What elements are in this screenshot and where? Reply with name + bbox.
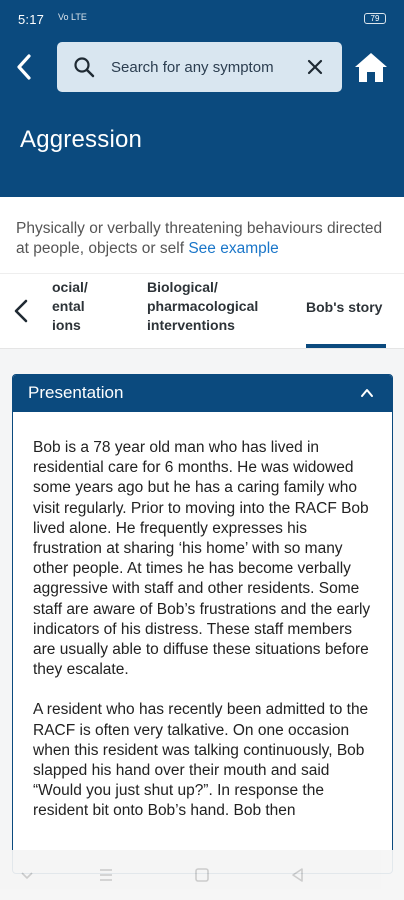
square-icon[interactable] (193, 866, 211, 884)
app-header: Search for any symptom Aggression (0, 40, 404, 197)
close-icon[interactable] (304, 56, 326, 78)
status-bar: 5:17 Vo LTE 79 (0, 0, 404, 40)
see-example-link[interactable]: See example (188, 240, 278, 257)
active-tab-indicator (306, 344, 386, 348)
battery-icon: 79 (364, 13, 386, 24)
story-paragraph: A resident who has recently been admitte… (33, 701, 369, 820)
search-bar[interactable]: Search for any symptom (57, 42, 342, 92)
search-input[interactable]: Search for any symptom (111, 59, 274, 76)
page-title: Aggression (20, 126, 143, 153)
back-button[interactable] (10, 50, 38, 84)
story-paragraph: Bob is a 78 year old man who has lived i… (33, 439, 371, 679)
status-time: 5:17 (18, 12, 45, 27)
chevron-left-icon (17, 54, 31, 80)
chevron-down-icon[interactable] (18, 866, 36, 884)
search-icon (74, 57, 95, 78)
presentation-card: Presentation Bob is a 78 year old man wh… (12, 374, 393, 874)
presentation-header[interactable]: Presentation (13, 375, 392, 412)
content-area[interactable]: Presentation Bob is a 78 year old man wh… (0, 349, 404, 874)
chevron-left-icon[interactable] (8, 296, 34, 326)
system-nav-bar (0, 850, 404, 900)
tab-bobs-story[interactable]: Bob's story (306, 298, 402, 317)
section-body: Bob is a 78 year old man who has lived i… (13, 412, 392, 842)
tab-biological[interactable]: Biological/ pharmacological intervention… (147, 278, 287, 335)
tab-label: Bob's story (306, 299, 383, 315)
tab-label: ocial/ ental ions (52, 279, 88, 333)
home-icon (355, 53, 387, 82)
tab-psychosocial[interactable]: ocial/ ental ions (52, 278, 112, 335)
tab-bar: ocial/ ental ions Biological/ pharmacolo… (0, 273, 404, 349)
section-title: Presentation (28, 383, 124, 402)
menu-icon[interactable] (97, 866, 115, 884)
chevron-up-icon (361, 389, 373, 397)
tab-label: Biological/ pharmacological intervention… (147, 279, 259, 333)
symptom-description: Physically or verbally threatening behav… (0, 197, 404, 273)
home-button[interactable] (352, 50, 390, 86)
back-triangle-icon[interactable] (289, 866, 307, 884)
signal-indicator: Vo LTE (58, 12, 87, 22)
